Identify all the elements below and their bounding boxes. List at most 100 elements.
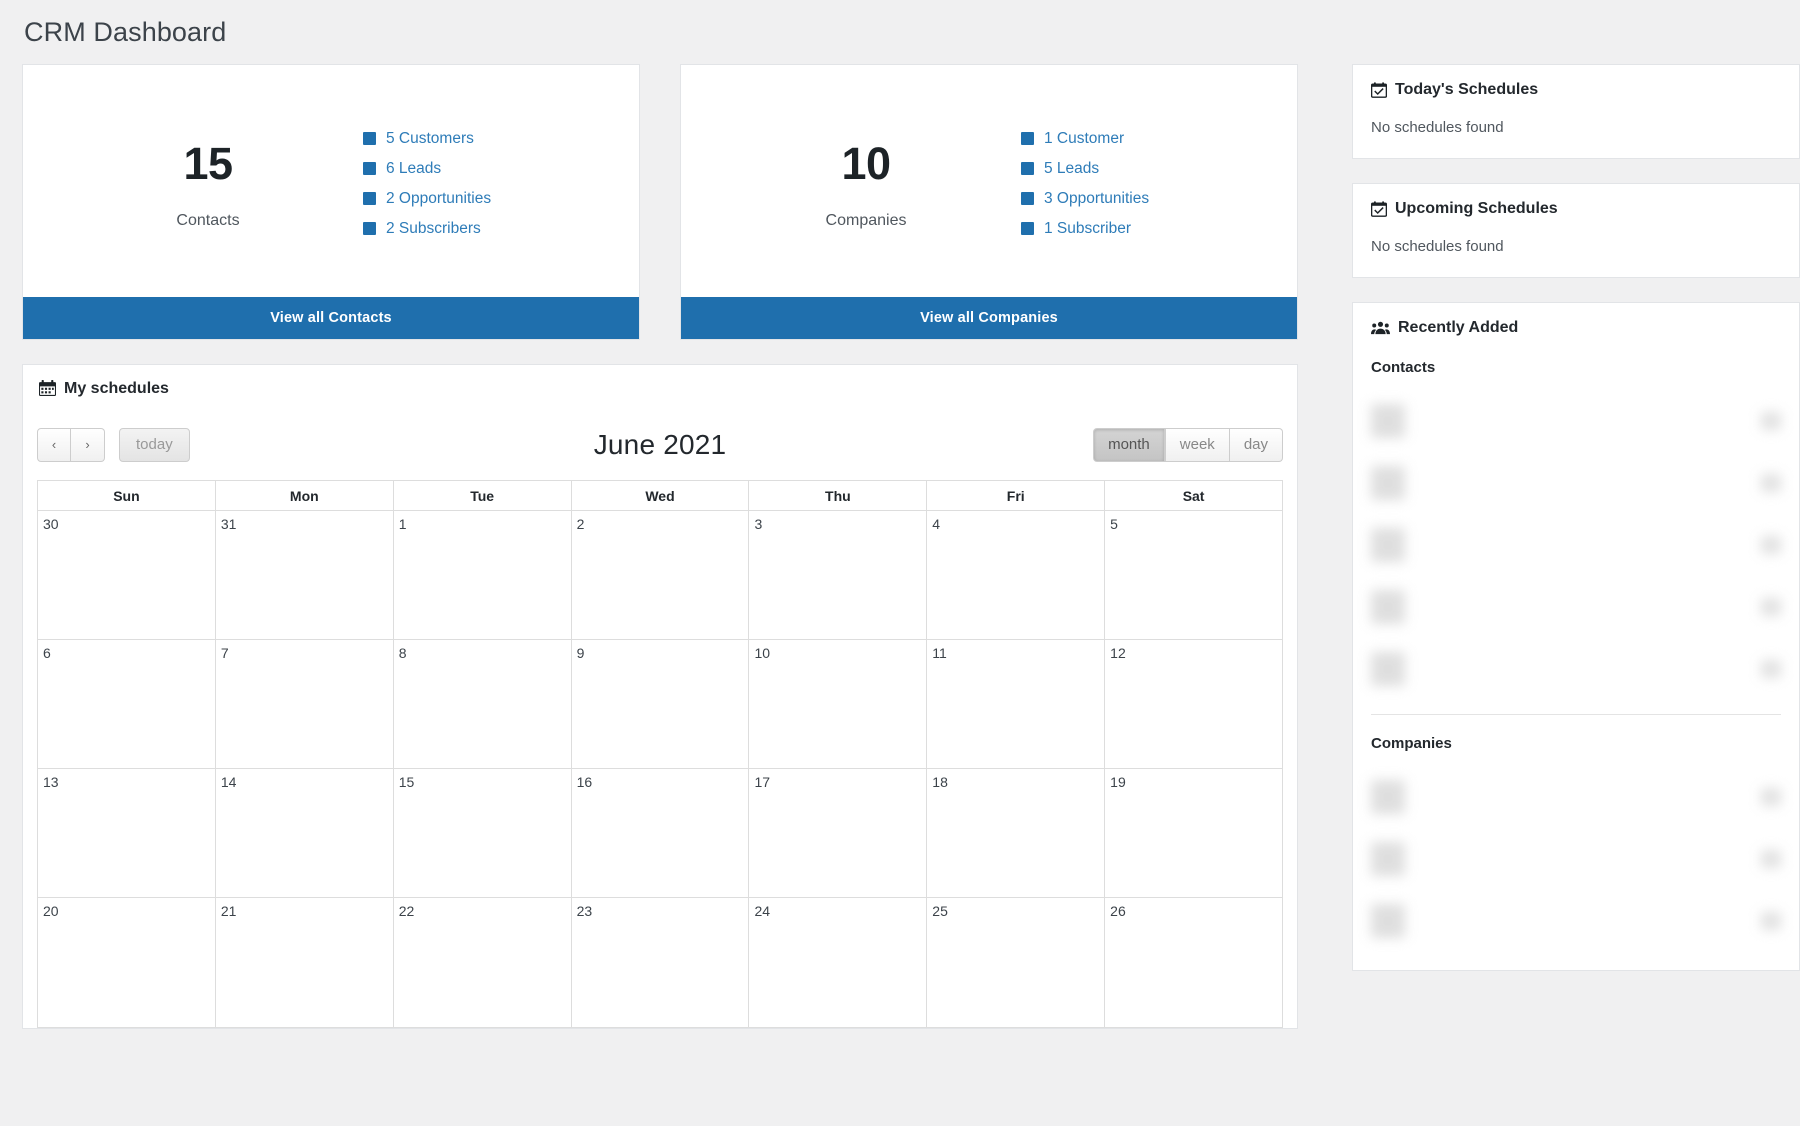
calendar-day-cell[interactable]: 9 — [572, 639, 750, 768]
calendar-day-cell[interactable]: 7 — [216, 639, 394, 768]
recently-added-header: Recently Added — [1353, 303, 1799, 337]
sidebar-column: Today's Schedules No schedules found Upc… — [1352, 63, 1800, 995]
list-item[interactable] — [1371, 452, 1781, 514]
calendar-day-cell[interactable]: 17 — [749, 768, 928, 897]
list-item-action-icon[interactable] — [1761, 411, 1781, 430]
legend-swatch-icon — [1021, 132, 1034, 146]
list-item-action-icon[interactable] — [1761, 535, 1781, 554]
calendar-day-cell[interactable]: 2 — [572, 510, 750, 639]
avatar — [1371, 527, 1405, 562]
calendar-day-cell[interactable]: 26 — [1105, 898, 1282, 1027]
list-item-action-icon[interactable] — [1761, 473, 1781, 492]
legend-item[interactable]: 1 Subscriber — [1021, 220, 1149, 238]
legend-label: 2 Opportunities — [386, 189, 492, 207]
calendar-day-cell[interactable]: 10 — [749, 639, 928, 768]
list-item[interactable] — [1371, 576, 1781, 638]
legend-item[interactable]: 6 Leads — [363, 160, 491, 178]
legend-label: 1 Subscriber — [1044, 219, 1132, 237]
calendar-day-cell[interactable]: 11 — [927, 639, 1106, 768]
legend-item[interactable]: 2 Subscribers — [363, 220, 491, 238]
calendar-view-month-button[interactable]: month — [1093, 427, 1165, 462]
avatar — [1371, 403, 1405, 438]
calendar-day-cell[interactable]: 18 — [927, 768, 1106, 897]
list-item-action-icon[interactable] — [1761, 911, 1781, 930]
list-item-action-icon[interactable] — [1761, 659, 1781, 678]
calendar-day-cell[interactable]: 23 — [572, 897, 750, 1027]
legend-item[interactable]: 5 Customers — [363, 130, 491, 148]
todays-schedules-title: Today's Schedules — [1395, 80, 1539, 98]
weekday-header-cell: Sun — [38, 480, 216, 510]
list-item-action-icon[interactable] — [1761, 787, 1781, 806]
legend-label: 3 Opportunities — [1044, 189, 1150, 207]
legend-item[interactable]: 2 Opportunities — [363, 190, 491, 208]
calendar-day-cell[interactable]: 8 — [394, 639, 572, 768]
list-item[interactable] — [1371, 390, 1781, 452]
calendar-view-week-button[interactable]: week — [1164, 427, 1230, 462]
calendar-view-switcher: month week day — [1093, 427, 1283, 462]
todays-schedules-header: Today's Schedules — [1353, 65, 1799, 99]
list-item[interactable] — [1371, 766, 1781, 828]
calendar-day-cell[interactable]: 19 — [1105, 769, 1282, 897]
page-title: CRM Dashboard — [24, 17, 227, 47]
calendar-view-day-button[interactable]: day — [1229, 427, 1283, 462]
legend-item[interactable]: 5 Leads — [1021, 160, 1149, 178]
calendar-day-cell[interactable]: 14 — [216, 768, 394, 897]
users-icon — [1371, 320, 1390, 336]
weekday-header-cell: Sat — [1182, 487, 1205, 504]
calendar-today-button[interactable]: today — [119, 427, 190, 462]
weekday-header-cell: Thu — [749, 480, 928, 510]
upcoming-schedules-empty: No schedules found — [1371, 237, 1504, 255]
avatar — [1371, 589, 1405, 624]
list-item[interactable] — [1371, 890, 1781, 952]
calendar-weekday-header: Sun Mon Tue Wed Thu Fri Sat — [37, 479, 1283, 510]
recently-added-divider — [1371, 713, 1781, 715]
calendar-day-cell[interactable]: 15 — [394, 768, 572, 897]
calendar-day-cell[interactable]: 13 — [38, 768, 216, 897]
list-item-action-icon[interactable] — [1761, 597, 1781, 616]
view-all-contacts-button[interactable]: View all Contacts — [23, 296, 639, 339]
legend-item[interactable]: 3 Opportunities — [1021, 190, 1149, 208]
calendar-day-cell[interactable]: 1 — [394, 510, 572, 639]
legend-item[interactable]: 1 Customer — [1021, 130, 1149, 148]
recently-added-contacts-heading: Contacts — [1371, 358, 1436, 376]
calendar-day-cell[interactable]: 30 — [38, 510, 216, 639]
legend-label: 5 Leads — [1044, 159, 1100, 177]
calendar-nav-group: ‹ › today — [37, 427, 190, 462]
calendar-day-cell[interactable]: 20 — [38, 897, 216, 1027]
list-item-action-icon[interactable] — [1761, 849, 1781, 868]
calendar-toolbar: ‹ › today June 2021 month week day — [37, 410, 1283, 480]
calendar-day-cell[interactable]: 4 — [927, 510, 1106, 639]
calendar-week-row: 30 31 1 2 3 4 5 — [38, 510, 1282, 640]
stat-figure: 15 Contacts — [53, 134, 363, 230]
calendar-day-cell[interactable]: 21 — [216, 897, 394, 1027]
calendar-day-cell[interactable]: 3 — [749, 510, 928, 639]
list-item[interactable] — [1371, 514, 1781, 576]
legend-swatch-icon — [363, 132, 376, 146]
calendar-day-cell[interactable]: 25 — [927, 897, 1106, 1027]
avatar — [1371, 465, 1405, 500]
calendar-day-cell[interactable]: 12 — [1105, 640, 1282, 768]
list-item[interactable] — [1371, 638, 1781, 700]
calendar-day-cell[interactable]: 5 — [1105, 511, 1282, 639]
list-item[interactable] — [1371, 828, 1781, 890]
avatar — [1371, 651, 1405, 686]
legend-label: 6 Leads — [386, 159, 442, 177]
weekday-header-cell: Fri — [927, 480, 1106, 510]
weekday-header-cell: Wed — [572, 480, 750, 510]
legend-swatch-icon — [1021, 222, 1034, 236]
calendar-day-cell[interactable]: 22 — [394, 897, 572, 1027]
calendar-day-cell[interactable]: 16 — [572, 768, 750, 897]
calendar-prev-button[interactable]: ‹ — [37, 427, 71, 462]
recently-added-body: Contacts Companies — [1353, 337, 1799, 970]
calendar-next-button[interactable]: › — [71, 427, 105, 462]
calendar-day-cell[interactable]: 24 — [749, 897, 928, 1027]
calendar-day-cell[interactable]: 6 — [38, 639, 216, 768]
stat-figure: 10 Companies — [711, 134, 1021, 230]
upcoming-schedules-title: Upcoming Schedules — [1395, 199, 1558, 217]
legend-swatch-icon — [1021, 162, 1034, 176]
stat-card-body: 10 Companies 1 Customer 5 Leads 3 Opport… — [681, 65, 1297, 297]
calendar-day-cell[interactable]: 31 — [216, 510, 394, 639]
companies-legend: 1 Customer 5 Leads 3 Opportunities 1 Sub… — [1021, 126, 1149, 238]
companies-count: 10 — [841, 137, 891, 189]
view-all-companies-button[interactable]: View all Companies — [681, 296, 1297, 339]
